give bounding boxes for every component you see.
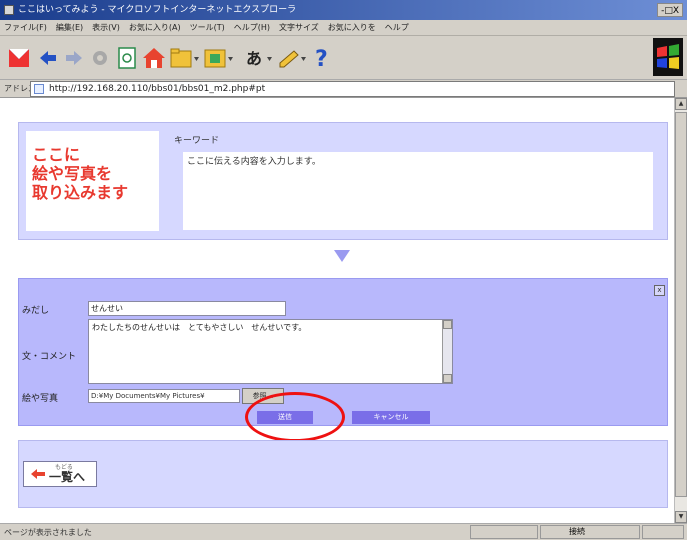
- navigation-panel: [18, 440, 668, 508]
- folder-icon: [170, 48, 199, 68]
- image-label: 絵や写真: [22, 394, 59, 404]
- scroll-down-arrow[interactable]: ▼: [675, 511, 687, 523]
- status-text: ページが表示されました: [4, 528, 92, 537]
- gear-icon: [93, 51, 107, 65]
- edit-button[interactable]: [278, 46, 308, 70]
- heading-label: みだし: [22, 306, 50, 316]
- history-button[interactable]: [204, 46, 234, 70]
- back-button-label: 一覧へ: [49, 470, 86, 484]
- svg-text:?: ?: [315, 47, 328, 70]
- menu-item-text-size[interactable]: 文字サイズ: [279, 22, 319, 33]
- menu-item-favorites[interactable]: お気に入り(A): [129, 22, 181, 33]
- textarea-scroll-down[interactable]: [443, 374, 452, 383]
- address-input[interactable]: http://192.168.20.110/bbs01/bbs01_m2.php…: [30, 81, 675, 97]
- arrow-right-icon: [66, 51, 82, 65]
- scroll-up-arrow[interactable]: ▲: [675, 98, 687, 110]
- highlight-circle: [245, 392, 345, 442]
- menu-item-tools[interactable]: ツール(T): [190, 22, 225, 33]
- heading-input[interactable]: せんせい: [88, 301, 286, 316]
- comment-label: 文・コメント: [22, 352, 77, 362]
- file-path-input[interactable]: D:¥My Documents¥My Pictures¥: [88, 389, 240, 403]
- menu-item-help-2[interactable]: ヘルプ: [385, 22, 409, 33]
- home-icon: [143, 48, 165, 68]
- history-icon: [204, 49, 233, 68]
- browser-icon: [4, 5, 14, 15]
- status-cell: [642, 525, 684, 539]
- menu-item-help[interactable]: ヘルプ(H): [234, 22, 270, 33]
- mail-icon: [9, 49, 29, 67]
- scroll-thumb[interactable]: [675, 112, 687, 497]
- image-placeholder: ここに 絵や写真を 取り込みます: [26, 131, 159, 231]
- stop-button[interactable]: [90, 46, 110, 70]
- placeholder-line: 絵や写真を: [32, 164, 113, 183]
- down-arrow-icon: [334, 250, 350, 262]
- folder-button[interactable]: [170, 46, 200, 70]
- menu-item-edit[interactable]: 編集(E): [56, 22, 83, 33]
- placeholder-line: ここに: [32, 145, 81, 164]
- arrow-left-icon: [31, 469, 45, 479]
- textarea-scrollbar[interactable]: [442, 320, 452, 383]
- menu-item-view[interactable]: 表示(V): [92, 22, 120, 33]
- page-icon: [34, 84, 44, 94]
- arrow-left-icon: [40, 51, 56, 65]
- question-icon: ?: [315, 47, 328, 70]
- status-cell: [470, 525, 538, 539]
- comment-textarea[interactable]: わたしたちのせんせいは とてもやさしい せんせいです。: [88, 319, 453, 384]
- help-button[interactable]: ?: [314, 46, 332, 70]
- japanese-a-icon: あ: [246, 49, 272, 68]
- window-title: ここはいってみよう - マイクロソフトインターネットエクスプローラ: [18, 5, 297, 15]
- preview-content-box: ここに伝える内容を入力します。: [183, 152, 653, 230]
- security-zone: 接続: [540, 525, 640, 539]
- textarea-scroll-up[interactable]: [443, 320, 452, 329]
- back-nav-button[interactable]: [38, 46, 58, 70]
- close-button[interactable]: x: [654, 285, 665, 296]
- menu-item-favorites-add[interactable]: お気に入りを: [328, 22, 376, 33]
- keyword-title: キーワード: [174, 136, 220, 146]
- cancel-button[interactable]: キャンセル: [352, 411, 430, 424]
- back-to-list-button[interactable]: もどる 一覧へ: [23, 461, 97, 487]
- address-url: http://192.168.20.110/bbs01/bbs01_m2.php…: [49, 84, 266, 94]
- page-refresh-icon: [118, 47, 136, 69]
- toolbar: あ ?: [0, 36, 687, 80]
- window-controls[interactable]: -□X: [657, 3, 683, 17]
- address-bar: アドレス http://192.168.20.110/bbs01/bbs01_m…: [0, 80, 687, 98]
- status-bar: ページが表示されました 接続: [0, 523, 687, 540]
- comment-text: わたしたちのせんせいは とてもやさしい せんせいです。: [92, 323, 307, 332]
- page-scrollbar[interactable]: ▲ ▼: [674, 98, 687, 523]
- placeholder-line: 取り込みます: [32, 183, 129, 202]
- home-button[interactable]: [142, 46, 166, 70]
- pencil-icon: [279, 50, 306, 68]
- menu-bar: ファイル(F) 編集(E) 表示(V) お気に入り(A) ツール(T) ヘルプ(…: [0, 20, 687, 36]
- mail-button[interactable]: [8, 46, 30, 70]
- preview-content-text: ここに伝える内容を入力します。: [187, 157, 321, 167]
- refresh-button[interactable]: [116, 46, 138, 70]
- forward-nav-button[interactable]: [64, 46, 84, 70]
- menu-item-file[interactable]: ファイル(F): [4, 22, 47, 33]
- svg-text:あ: あ: [246, 49, 262, 68]
- windows-logo-icon: [653, 38, 683, 76]
- title-bar: ここはいってみよう - マイクロソフトインターネットエクスプローラ -□X: [0, 0, 687, 20]
- encoding-button[interactable]: あ: [244, 46, 274, 70]
